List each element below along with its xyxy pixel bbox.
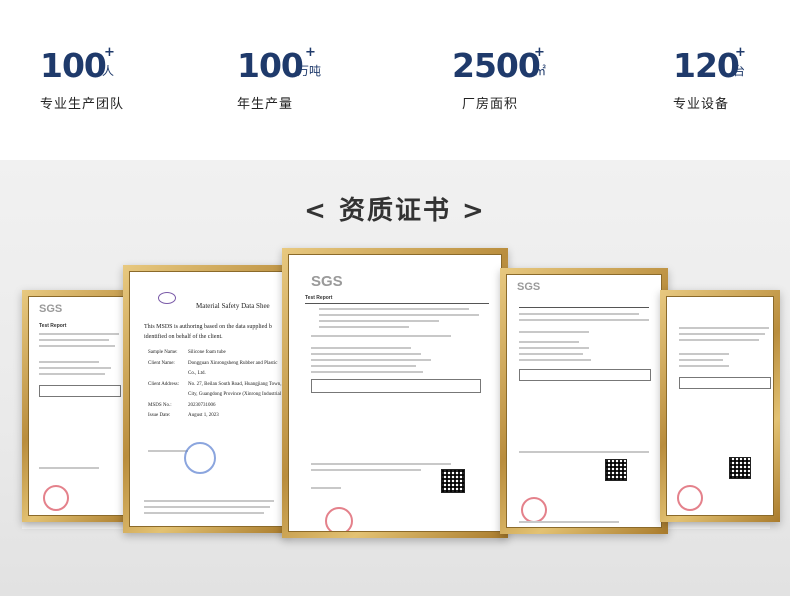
sgs-logo: SGS xyxy=(517,281,541,293)
issue-date-label: Issue Date: xyxy=(148,413,171,418)
sgs-logo: SGS xyxy=(311,273,343,290)
stat-output: 100 + 万吨 年生产量 xyxy=(237,44,321,113)
client-name-value-2: Co., Ltd. xyxy=(188,371,206,376)
msds-title: Material Safety Data Shee xyxy=(196,302,270,310)
report-heading: Test Report xyxy=(39,323,67,329)
certificate-frame-4: SGS xyxy=(500,268,668,534)
stat-label: 年生产量 xyxy=(237,97,294,112)
sample-name-label: Sample Name: xyxy=(148,350,178,355)
stat-plus: + xyxy=(305,45,316,60)
seal-stamp xyxy=(43,485,69,511)
stats-bar: 100 + 人 专业生产团队 100 + 万吨 年生产量 2500 + ㎡ 厂房… xyxy=(0,0,790,160)
seal-stamp xyxy=(677,485,703,511)
sgs-logo: SGS xyxy=(39,303,63,315)
certificates-section: < 资质证书 > SGS Test Report Material Safety… xyxy=(0,160,790,596)
stat-unit: ㎡ xyxy=(534,64,547,78)
stat-equipment: 120 + 台 专业设备 xyxy=(673,44,746,113)
stat-number: 2500 xyxy=(452,46,541,85)
seal-stamp xyxy=(521,497,547,523)
sample-name-value: Silicone foam tube xyxy=(188,350,226,355)
stat-team: 100 + 人 专业生产团队 xyxy=(40,44,125,113)
stat-label: 专业设备 xyxy=(673,97,730,112)
stat-number: 100 xyxy=(237,46,304,85)
client-name-label: Client Name: xyxy=(148,361,175,366)
issue-date-value: August 1, 2023 xyxy=(188,413,219,418)
stat-label: 专业生产团队 xyxy=(40,97,125,112)
msds-no-value: 20230731006 xyxy=(188,403,216,408)
stat-plus: + xyxy=(104,45,115,60)
stat-unit: 万吨 xyxy=(297,64,322,78)
stat-unit: 台 xyxy=(733,64,746,78)
stat-unit: 人 xyxy=(102,64,115,78)
certificate-frame-3: SGS Test Report xyxy=(282,248,508,538)
client-address-value: No. 27, Beilan South Road, Huangjiang To… xyxy=(188,382,282,387)
qr-code-icon xyxy=(441,469,465,493)
msds-intro: This MSDS is authoring based on the data… xyxy=(144,324,272,330)
certificate-frame-2: Material Safety Data Shee This MSDS is a… xyxy=(123,265,289,533)
report-heading: Test Report xyxy=(305,295,333,301)
qr-code-icon xyxy=(605,459,627,481)
seal-stamp xyxy=(325,507,353,531)
stat-plus: + xyxy=(534,45,545,60)
stat-area: 2500 + ㎡ 厂房面积 xyxy=(452,44,546,113)
msds-intro-2: identified on behalf of the client. xyxy=(144,334,223,340)
client-address-label: Client Address: xyxy=(148,382,179,387)
section-title: < 资质证书 > xyxy=(304,196,486,226)
stat-label: 厂房面积 xyxy=(462,97,519,112)
msds-logo-icon xyxy=(158,292,176,304)
stat-number: 120 xyxy=(673,46,740,85)
certificate-frame-5 xyxy=(660,290,780,522)
msds-no-label: MSDS No.: xyxy=(148,403,172,408)
client-name-value: Dongguan Xinrongsheng Rubber and Plastic xyxy=(188,361,278,366)
seal-stamp xyxy=(184,442,216,474)
client-address-value-2: City, Guangdong Province (Xinrong Indust… xyxy=(188,392,282,397)
stat-plus: + xyxy=(735,45,746,60)
qr-code-icon xyxy=(729,457,751,479)
stat-number: 100 xyxy=(40,46,107,85)
certificate-frame-1: SGS Test Report xyxy=(22,290,132,522)
